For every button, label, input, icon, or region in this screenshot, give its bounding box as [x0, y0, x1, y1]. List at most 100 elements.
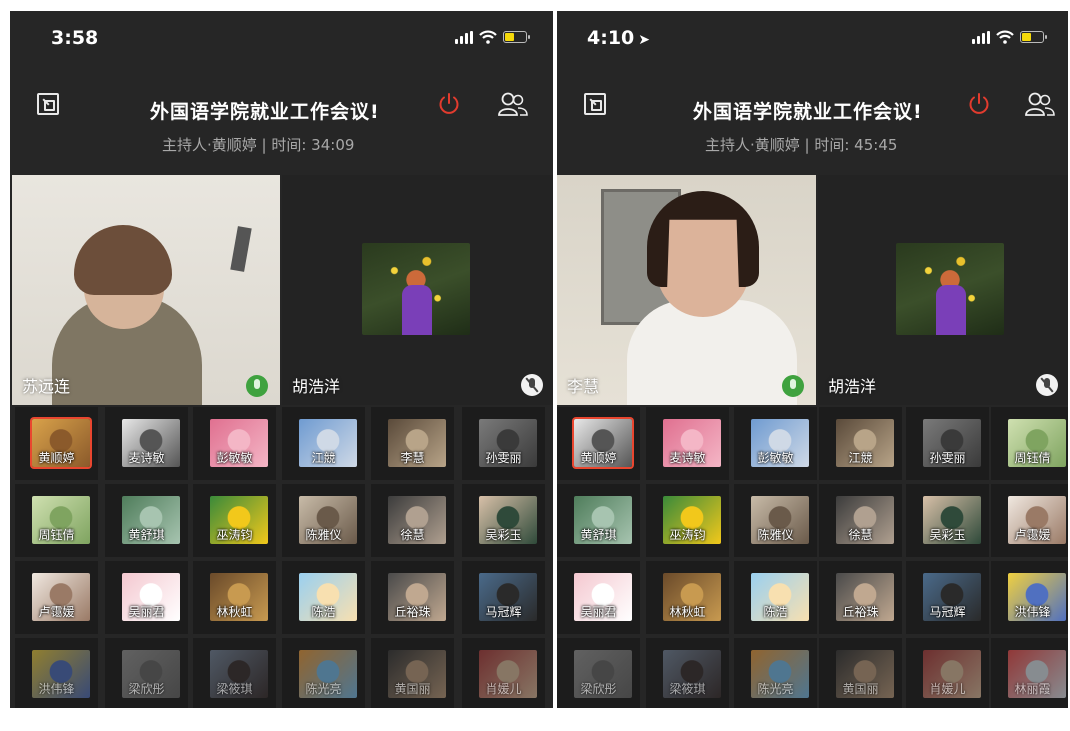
participant-name: 黄国丽 — [842, 682, 879, 696]
participant-tile[interactable]: 黄国丽 — [819, 638, 902, 708]
participant-name: 黄顺婷 — [580, 451, 617, 465]
participant-name: 黄舒琪 — [128, 528, 165, 542]
participant-tile[interactable]: 梁筱琪 — [193, 638, 276, 708]
participant-name: 江競 — [848, 451, 873, 465]
participant-tile[interactable]: 江競 — [282, 407, 365, 480]
wifi-icon — [479, 30, 497, 44]
participant-tile[interactable]: 林秋虹 — [193, 561, 276, 634]
participant-name: 黄舒琪 — [580, 528, 617, 542]
participant-tile[interactable]: 江競 — [819, 407, 902, 480]
participant-tile[interactable]: 梁欣彤 — [105, 638, 188, 708]
participant-tile[interactable]: 陈光亮 — [734, 638, 817, 708]
participant-tile[interactable]: 陈雅仪 — [282, 484, 365, 557]
participant-tile[interactable]: 麦诗敏 — [105, 407, 188, 480]
participant-tile[interactable]: 巫涛钧 — [193, 484, 276, 557]
participant-tile[interactable]: 丘裕珠 — [819, 561, 902, 634]
meeting-host-duration: 主持人·黄顺婷 | 时间: 34:09 — [162, 136, 355, 154]
participant-name: 巫涛钧 — [216, 528, 253, 542]
meeting-host-duration: 主持人·黄顺婷 | 时间: 45:45 — [705, 136, 898, 154]
participant-name: 彭敏敏 — [216, 451, 253, 465]
participant-tile[interactable]: 徐慧 — [371, 484, 454, 557]
main-speaker-name: 苏远连 — [22, 377, 71, 396]
participant-tile[interactable]: 卢霭媛 — [15, 561, 98, 634]
participant-tile[interactable]: 洪伟锋 — [991, 561, 1068, 634]
participant-tile[interactable]: 李慧 — [371, 407, 454, 480]
participant-tile[interactable]: 林丽霞 — [991, 638, 1068, 708]
participants-icon[interactable] — [1025, 91, 1055, 117]
mic-active-icon — [782, 375, 804, 397]
second-speaker-avatar — [362, 243, 470, 335]
end-meeting-power-icon[interactable] — [437, 92, 461, 116]
participant-tile[interactable]: 周钰倩 — [991, 407, 1068, 480]
wall-hanging — [230, 226, 252, 272]
participant-name: 林丽霞 — [1014, 682, 1051, 696]
participant-name: 孙雯丽 — [929, 451, 966, 465]
participant-name: 陈雅仪 — [757, 528, 794, 542]
participant-tile[interactable]: 徐慧 — [819, 484, 902, 557]
participant-tile[interactable]: 马冠辉 — [462, 561, 545, 634]
right-screenshot: 4:10➤ 外国语学院就业工作会议! 主持人·黄顺婷 | 时间: 45:45 — [557, 11, 1068, 708]
participant-tile[interactable]: 卢霭媛 — [991, 484, 1068, 557]
participant-tile[interactable]: 陈浩 — [734, 561, 817, 634]
participant-tile[interactable]: 肖媛儿 — [462, 638, 545, 708]
participant-tile[interactable]: 黄顺婷 — [15, 407, 98, 480]
participant-tile[interactable]: 吴彩玉 — [462, 484, 545, 557]
participant-tile[interactable]: 肖媛儿 — [906, 638, 989, 708]
participant-name: 林秋虹 — [669, 605, 706, 619]
participant-name: 卢霭媛 — [1014, 528, 1051, 542]
participant-name: 吴丽君 — [580, 605, 617, 619]
participant-tile[interactable]: 黄顺婷 — [557, 407, 640, 480]
status-bar: 3:58 — [10, 11, 553, 57]
status-time: 3:58 — [51, 27, 99, 49]
location-arrow-icon: ➤ — [638, 32, 650, 48]
participant-tile[interactable]: 周钰倩 — [15, 484, 98, 557]
main-speaker-video[interactable]: 李慧 — [557, 175, 816, 405]
participant-name: 徐慧 — [400, 528, 425, 542]
participant-name: 陈浩 — [311, 605, 336, 619]
second-speaker-video[interactable]: 胡浩洋 — [282, 175, 553, 405]
participant-tile[interactable]: 陈雅仪 — [734, 484, 817, 557]
participant-name: 周钰倩 — [1014, 451, 1051, 465]
participant-tile[interactable]: 巫涛钧 — [646, 484, 729, 557]
minimize-window-icon[interactable] — [584, 93, 606, 115]
status-icons — [972, 30, 1047, 44]
participant-tile[interactable]: 吴彩玉 — [906, 484, 989, 557]
second-speaker-name: 胡浩洋 — [292, 377, 341, 396]
participant-tile[interactable]: 陈光亮 — [282, 638, 365, 708]
participant-tile[interactable]: 马冠辉 — [906, 561, 989, 634]
participant-name: 洪伟锋 — [1014, 605, 1051, 619]
participant-tile[interactable]: 吴丽君 — [105, 561, 188, 634]
participant-name: 陈雅仪 — [305, 528, 342, 542]
participant-tile[interactable]: 林秋虹 — [646, 561, 729, 634]
participant-tile[interactable]: 孙雯丽 — [462, 407, 545, 480]
participants-icon[interactable] — [498, 91, 528, 117]
participant-tile[interactable]: 黄舒琪 — [105, 484, 188, 557]
participant-name: 麦诗敏 — [669, 451, 706, 465]
participant-name: 周钰倩 — [38, 528, 75, 542]
participant-tile[interactable]: 吴丽君 — [557, 561, 640, 634]
participant-tile[interactable]: 黄国丽 — [371, 638, 454, 708]
participant-tile[interactable]: 丘裕珠 — [371, 561, 454, 634]
participant-tile[interactable]: 麦诗敏 — [646, 407, 729, 480]
participant-name: 吴丽君 — [128, 605, 165, 619]
participant-tile[interactable]: 彭敏敏 — [193, 407, 276, 480]
second-speaker-name: 胡浩洋 — [828, 377, 877, 396]
participant-tile[interactable]: 梁筱琪 — [646, 638, 729, 708]
end-meeting-power-icon[interactable] — [967, 92, 991, 116]
minimize-window-icon[interactable] — [37, 93, 59, 115]
participant-tile[interactable]: 彭敏敏 — [734, 407, 817, 480]
participant-name: 肖媛儿 — [485, 682, 522, 696]
participant-tile[interactable]: 黄舒琪 — [557, 484, 640, 557]
participant-name: 丘裕珠 — [842, 605, 879, 619]
participant-tile[interactable]: 洪伟锋 — [15, 638, 98, 708]
participant-tile[interactable]: 孙雯丽 — [906, 407, 989, 480]
main-speaker-video[interactable]: 苏远连 — [12, 175, 280, 405]
second-speaker-video[interactable]: 胡浩洋 — [818, 175, 1068, 405]
participant-name: 洪伟锋 — [38, 682, 75, 696]
participant-name: 黄国丽 — [394, 682, 431, 696]
speaker-face — [657, 205, 749, 317]
participant-tile[interactable]: 梁欣彤 — [557, 638, 640, 708]
speaker-hair — [74, 225, 172, 295]
meeting-title: 外国语学院就业工作会议! — [693, 101, 923, 123]
participant-tile[interactable]: 陈浩 — [282, 561, 365, 634]
